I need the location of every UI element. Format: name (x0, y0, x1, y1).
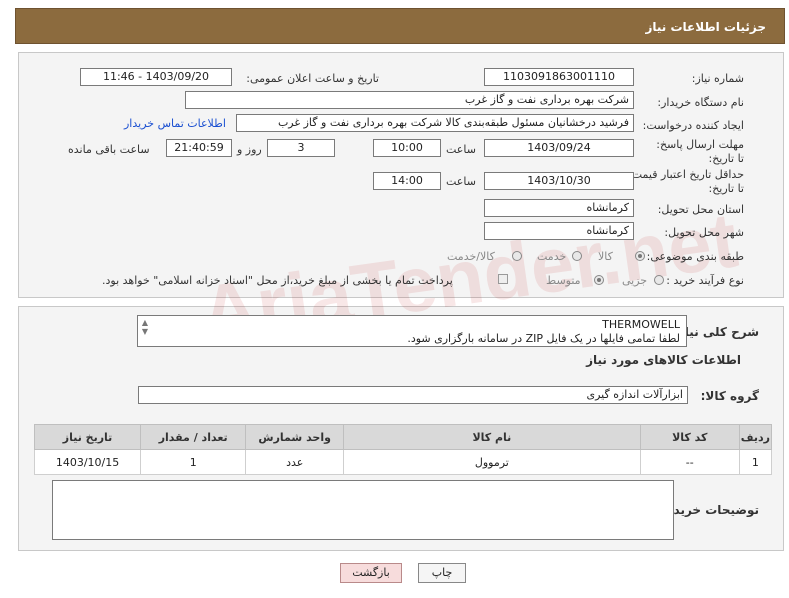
category-radio-service[interactable] (572, 251, 582, 261)
process-radio-minor[interactable] (654, 275, 664, 285)
time-remaining-label: ساعت باقی مانده (68, 143, 150, 156)
cell-code: -- (639, 449, 740, 475)
process-medium-label: متوسط (546, 274, 581, 287)
time-remaining-field: 21:40:59 (166, 139, 232, 157)
deadline-label: مهلت ارسال پاسخ: تا تاریخ: (656, 138, 744, 165)
category-label: طبقه بندی موضوعی: (646, 250, 744, 263)
category-goods-label: کالا (598, 250, 613, 263)
announce-field: 1403/09/20 - 11:46 (80, 68, 232, 86)
buyer-field: شرکت بهره برداری نفت و گاز غرب (185, 91, 634, 109)
cell-name: ترموول (343, 449, 641, 475)
deadline-date-field: 1403/09/24 (484, 139, 634, 157)
textarea-scrollbar[interactable]: ▲ ▼ (140, 318, 150, 344)
category-goods-service-label: کالا/خدمت (447, 250, 495, 263)
validity-label: حداقل تاریخ اعتبار قیمت: تا تاریخ: (628, 168, 744, 195)
col-date-header: تاریخ نیاز (33, 424, 142, 450)
goods-table: ردیف کد کالا نام کالا واحد شمارش تعداد /… (33, 424, 773, 475)
col-row-header: ردیف (738, 424, 773, 450)
validity-time-field: 14:00 (373, 172, 441, 190)
province-label: استان محل تحویل: (657, 203, 744, 216)
process-radio-medium[interactable] (594, 275, 604, 285)
creator-field: فرشید درخشانیان مسئول طبقه‌بندی کالا شرک… (236, 114, 634, 132)
announce-label: تاریخ و ساعت اعلان عمومی: (246, 72, 379, 85)
city-field: کرمانشاه (484, 222, 634, 240)
page-header: جزئیات اطلاعات نیاز (15, 8, 785, 44)
province-field: کرمانشاه (484, 199, 634, 217)
days-label: روز و (237, 143, 262, 156)
cell-date: 1403/10/15 (33, 449, 142, 475)
col-unit-header: واحد شمارش (245, 424, 345, 450)
category-radio-goods[interactable] (635, 251, 645, 261)
category-service-label: خدمت (537, 250, 567, 263)
deadline-time-label: ساعت (446, 143, 476, 156)
buyer-label: نام دستگاه خریدار: (657, 96, 744, 109)
category-radio-goods-service[interactable] (512, 251, 522, 261)
process-minor-label: جزیی (622, 274, 648, 287)
table-header-row: ردیف کد کالا نام کالا واحد شمارش تعداد /… (33, 424, 773, 450)
validity-time-label: ساعت (446, 175, 476, 188)
process-label: نوع فرآیند خرید : (666, 274, 744, 287)
cell-qty: 1 (140, 449, 247, 475)
city-label: شهر محل تحویل: (664, 226, 744, 239)
creator-label: ایجاد کننده درخواست: (642, 119, 744, 132)
treasury-checkbox[interactable] (498, 274, 508, 284)
buyer-contact-link[interactable]: اطلاعات تماس خریدار (124, 117, 226, 130)
need-number-field: 1103091863001110 (484, 68, 634, 86)
print-button[interactable]: چاپ (418, 563, 466, 583)
goods-group-field: ابزارآلات اندازه گیری (138, 386, 688, 404)
col-qty-header: تعداد / مقدار (140, 424, 247, 450)
buyer-notes-textarea[interactable] (52, 480, 674, 540)
col-name-header: نام کالا (343, 424, 641, 450)
days-remaining-field: 3 (267, 139, 335, 157)
col-code-header: کد کالا (639, 424, 740, 450)
cell-row: 1 (738, 449, 773, 475)
validity-date-field: 1403/10/30 (484, 172, 634, 190)
deadline-time-field: 10:00 (373, 139, 441, 157)
cell-unit: عدد (245, 449, 345, 475)
description-textarea[interactable]: THERMOWELL لطفا تمامی فایلها در یک فایل … (137, 315, 687, 347)
description-line-2: لطفا تمامی فایلها در یک فایل ZIP در ساما… (407, 332, 680, 345)
table-row: 1 -- ترموول عدد 1 1403/10/15 (33, 449, 773, 475)
description-line-1: THERMOWELL (602, 318, 680, 331)
goods-section-title: اطلاعات کالاهای مورد نیاز (586, 353, 741, 367)
payment-note: پرداخت تمام یا بخشی از مبلغ خرید،از محل … (102, 274, 453, 287)
need-number-label: شماره نیاز: (691, 72, 744, 85)
back-button[interactable]: بازگشت (340, 563, 402, 583)
goods-group-label: گروه کالا: (700, 389, 759, 403)
